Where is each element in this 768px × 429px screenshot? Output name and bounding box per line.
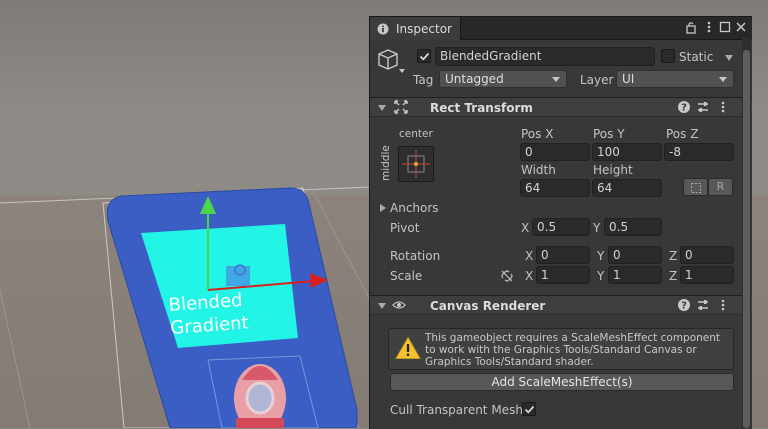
scene-grid-line (0, 289, 31, 428)
eye-icon (392, 301, 406, 309)
anchor-v-label: middle (380, 145, 392, 181)
anchor-presets-button[interactable] (398, 146, 434, 182)
static-checkbox[interactable] (661, 49, 675, 63)
pivot-x-field[interactable]: 0.5 (532, 218, 590, 236)
layer-value: UI (622, 72, 635, 86)
anchors-label[interactable]: Anchors (390, 201, 439, 215)
rect-transform-header[interactable]: Rect Transform ? (370, 97, 752, 117)
pos-y-label: Pos Y (593, 127, 625, 141)
scale-z-label: Z (669, 269, 678, 283)
tag-dropdown[interactable]: Untagged (439, 70, 567, 88)
pos-z-label: Pos Z (666, 127, 699, 141)
pivot-y-label: Y (593, 221, 601, 235)
canvas-renderer-header[interactable]: Canvas Renderer ? (370, 295, 752, 315)
tag-label: Tag (413, 73, 434, 87)
help-icon[interactable]: ? (677, 298, 691, 312)
canvas-renderer-title: Canvas Renderer (430, 299, 546, 313)
rotation-y-label: Y (597, 249, 605, 263)
more-options-icon[interactable] (702, 20, 716, 34)
checkmark-icon (524, 405, 535, 414)
tab-inspector[interactable]: Inspector (370, 17, 461, 40)
rotation-x-field[interactable]: 0 (536, 246, 590, 264)
pos-x-label: Pos X (521, 127, 554, 141)
static-label: Static (679, 50, 714, 64)
static-dropdown-icon[interactable] (725, 55, 733, 61)
help-icon[interactable]: ? (677, 100, 691, 114)
anchor-preset-icon (402, 150, 430, 178)
scale-x-label: X (525, 269, 534, 283)
chevron-down-icon (552, 77, 560, 82)
warning-helpbox: This gameobject requires a ScaleMeshEffe… (388, 328, 734, 370)
pos-y-field[interactable]: 100 (592, 143, 662, 161)
preset-settings-icon[interactable] (696, 100, 710, 114)
unlink-icon[interactable] (500, 269, 514, 283)
rotation-z-label: Z (669, 249, 678, 263)
active-checkbox[interactable] (417, 49, 431, 63)
component-menu-icon[interactable] (716, 100, 730, 114)
rect-transform-title: Rect Transform (430, 101, 533, 115)
warning-icon (395, 336, 421, 359)
rotation-label: Rotation (390, 249, 441, 263)
component-menu-icon[interactable] (716, 298, 730, 312)
maximize-icon[interactable] (718, 20, 732, 34)
raw-edit-button[interactable]: R (708, 178, 733, 196)
info-icon (377, 23, 389, 34)
pivot-x-label: X (521, 221, 530, 235)
inspector-tab-bar: Inspector (370, 17, 752, 40)
blueprint-mode-button[interactable] (683, 178, 708, 196)
warning-message: This gameobject requires a ScaleMeshEffe… (425, 332, 721, 368)
scale-z-field[interactable]: 1 (680, 266, 734, 284)
gameobject-cube-icon[interactable] (377, 47, 407, 77)
gizmo-plane-handle (226, 266, 250, 286)
scale-y-field[interactable]: 1 (608, 266, 662, 284)
height-field[interactable]: 64 (592, 179, 662, 197)
pivot-label: Pivot (390, 221, 420, 235)
lock-icon[interactable] (684, 20, 698, 34)
svg-text:?: ? (681, 103, 687, 114)
width-field[interactable]: 64 (520, 179, 590, 197)
pos-x-field[interactable]: 0 (520, 143, 590, 161)
chevron-down-icon (719, 77, 727, 82)
tag-value: Untagged (445, 72, 504, 86)
scale-x-field[interactable]: 1 (536, 266, 590, 284)
rotation-y-field[interactable]: 0 (608, 246, 662, 264)
rect-transform-icon (394, 100, 408, 114)
blueprint-icon (690, 183, 701, 193)
height-label: Height (593, 163, 633, 177)
tab-inspector-label: Inspector (396, 21, 452, 36)
rotation-z-field[interactable]: 0 (680, 246, 734, 264)
pivot-y-field[interactable]: 0.5 (604, 218, 662, 236)
foldout-arrow-icon[interactable] (378, 105, 386, 111)
anchors-foldout-icon[interactable] (380, 204, 386, 212)
rotation-x-label: X (525, 249, 534, 263)
scale-y-label: Y (597, 269, 605, 283)
preset-settings-icon[interactable] (696, 298, 710, 312)
add-scalemesheffect-button[interactable]: Add ScaleMeshEffect(s) (390, 373, 734, 391)
scale-label: Scale (390, 269, 423, 283)
anchor-h-label: center (399, 128, 433, 140)
cull-transparent-mesh-label: Cull Transparent Mesh (390, 403, 523, 417)
svg-text:?: ? (681, 301, 687, 312)
inspector-panel: Inspector BlendedGradient Static Tag Unt… (369, 16, 752, 429)
layer-dropdown[interactable]: UI (616, 70, 734, 88)
cull-transparent-mesh-checkbox[interactable] (522, 402, 536, 416)
object-name-input[interactable]: BlendedGradient (435, 47, 655, 66)
inspector-scrollbar-thumb[interactable] (743, 50, 750, 428)
checkmark-icon (419, 52, 430, 61)
scene-label: Blended Gradient (168, 289, 249, 340)
width-label: Width (521, 163, 556, 177)
layer-label: Layer (580, 73, 614, 87)
pos-z-field[interactable]: -8 (664, 143, 734, 161)
foldout-arrow-icon[interactable] (378, 303, 386, 309)
close-icon[interactable] (734, 20, 748, 34)
